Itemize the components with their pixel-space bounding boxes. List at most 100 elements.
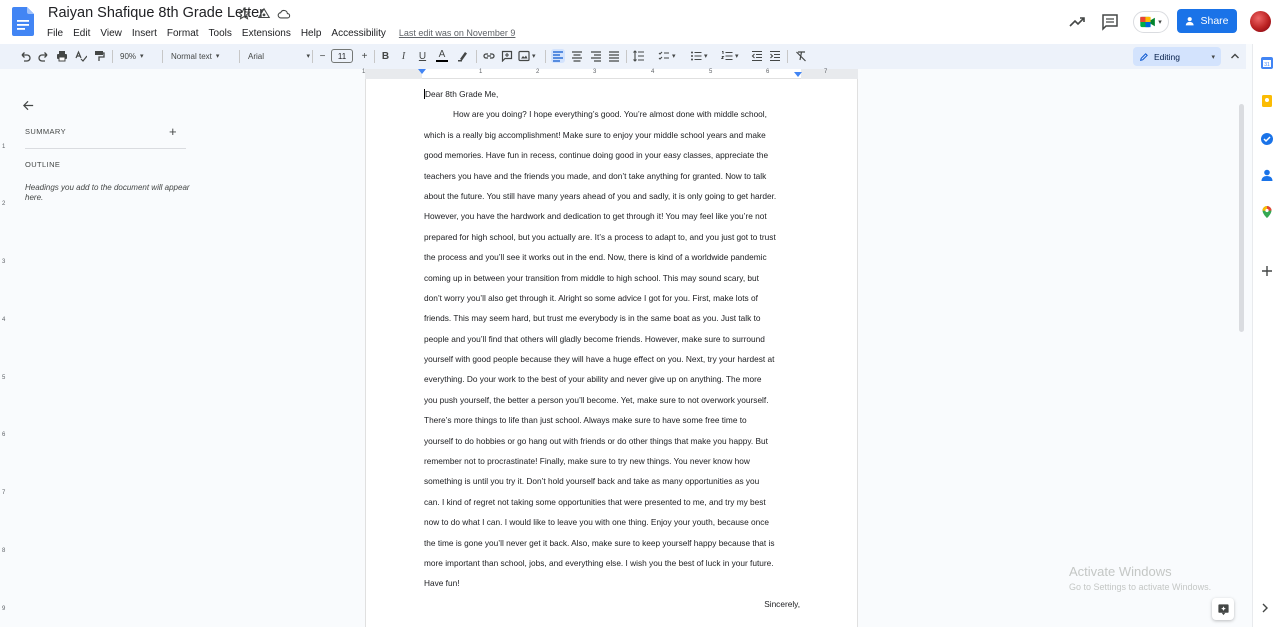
paint-format-icon[interactable] <box>92 49 105 63</box>
editing-mode-label: Editing <box>1154 51 1180 62</box>
letter-line: about the future. You still have many ye… <box>424 190 777 201</box>
print-icon[interactable] <box>55 49 68 63</box>
tasks-icon[interactable] <box>1260 132 1274 146</box>
salutation-text: Dear 8th Grade Me, <box>425 89 499 99</box>
document-body[interactable]: Dear 8th Grade Me, How are you doing? I … <box>424 89 800 619</box>
maps-icon[interactable] <box>1260 205 1274 219</box>
chevron-down-icon: ▾ <box>215 53 220 60</box>
align-center-icon[interactable] <box>570 49 583 63</box>
vertical-ruler[interactable]: 1 2 3 4 5 6 7 8 9 <box>0 79 10 627</box>
ruler-number: 7 <box>824 69 828 75</box>
last-edit-link[interactable]: Last edit was on November 9 <box>399 28 516 38</box>
chevron-down-icon: ▾ <box>1158 19 1162 26</box>
insert-image-button[interactable]: ▾ <box>518 49 540 63</box>
vertical-ruler-number: 8 <box>2 548 6 554</box>
menu-view[interactable]: View <box>95 28 127 39</box>
clear-formatting-icon[interactable] <box>794 49 807 63</box>
letter-line: There’s more things to life than just sc… <box>424 415 747 426</box>
numbered-list-button[interactable]: ▾ <box>721 49 745 63</box>
spellcheck-icon[interactable] <box>74 49 87 63</box>
italic-button[interactable]: I <box>398 49 409 63</box>
menu-extensions[interactable]: Extensions <box>237 28 296 39</box>
align-right-icon[interactable] <box>589 49 602 63</box>
menu-file[interactable]: File <box>42 28 68 39</box>
right-indent-marker-icon[interactable] <box>793 71 803 79</box>
account-avatar[interactable] <box>1250 11 1271 32</box>
decrease-font-size-button[interactable]: − <box>317 49 328 63</box>
expand-side-panel-chevron-icon[interactable] <box>1260 602 1270 614</box>
increase-font-size-button[interactable]: + <box>359 49 370 63</box>
toolbar-divider <box>162 50 163 63</box>
vertical-ruler-number: 6 <box>2 432 6 438</box>
align-justify-icon[interactable] <box>607 49 620 63</box>
person-add-icon <box>1186 16 1195 25</box>
vertical-ruler-number: 7 <box>2 490 6 496</box>
toolbar-divider <box>787 50 788 63</box>
menu-help[interactable]: Help <box>296 28 327 39</box>
menu-insert[interactable]: Insert <box>127 28 162 39</box>
bulleted-list-button[interactable]: ▾ <box>690 49 714 63</box>
share-button[interactable]: Share <box>1177 9 1237 33</box>
star-icon[interactable] <box>237 7 253 23</box>
highlight-color-icon[interactable] <box>456 49 469 63</box>
comments-icon[interactable] <box>1100 12 1120 32</box>
text-color-button[interactable]: A <box>435 49 449 63</box>
activate-windows-title: Activate Windows <box>1069 564 1172 579</box>
letter-line: the process and you’ll see it works out … <box>424 252 767 263</box>
move-to-folder-icon[interactable] <box>257 7 273 23</box>
toolbar-divider <box>312 50 313 63</box>
redo-icon[interactable] <box>37 49 50 63</box>
document-page[interactable]: Dear 8th Grade Me, How are you doing? I … <box>365 79 858 627</box>
ruler-number: 1 <box>362 69 366 75</box>
keep-icon[interactable] <box>1260 94 1274 108</box>
underline-button[interactable]: U <box>417 49 428 63</box>
menu-accessibility[interactable]: Accessibility <box>326 28 390 39</box>
letter-line: However, you have the hardwork and dedic… <box>424 211 767 222</box>
meet-button[interactable]: ▾ <box>1133 11 1169 33</box>
letter-line: yourself to do hobbies or go hang out wi… <box>424 435 768 446</box>
left-indent-marker-icon[interactable] <box>417 69 427 77</box>
cloud-saved-icon[interactable] <box>277 7 293 23</box>
align-left-icon[interactable] <box>551 49 565 63</box>
add-comment-icon[interactable] <box>500 49 513 63</box>
insert-link-icon[interactable] <box>482 49 495 63</box>
activity-trend-icon[interactable] <box>1067 12 1087 32</box>
zoom-select[interactable]: 90% ▾ <box>120 49 158 63</box>
font-size-input[interactable]: 11 <box>331 49 353 63</box>
letter-line: friends. This may seem hard, but trust m… <box>424 313 761 324</box>
get-addons-plus-icon[interactable] <box>1260 264 1274 278</box>
menu-format[interactable]: Format <box>162 28 204 39</box>
scrollbar-thumb[interactable] <box>1239 104 1244 332</box>
close-outline-arrow-icon[interactable] <box>22 99 35 112</box>
add-summary-plus-icon[interactable]: + <box>169 124 177 139</box>
docs-logo-icon[interactable] <box>12 7 34 36</box>
collapse-menus-icon[interactable] <box>1228 49 1241 63</box>
toolbar-divider <box>239 50 240 63</box>
font-family-select[interactable]: Arial ▾ <box>248 49 310 63</box>
vertical-ruler-number: 5 <box>2 375 6 381</box>
paragraph-style-select[interactable]: Normal text ▾ <box>171 49 235 63</box>
decrease-indent-icon[interactable] <box>750 49 763 63</box>
editing-mode-select[interactable]: Editing ▾ <box>1133 47 1221 66</box>
menu-tools[interactable]: Tools <box>204 28 237 39</box>
side-panel: 31 <box>1252 44 1280 627</box>
bold-button[interactable]: B <box>380 49 391 63</box>
undo-icon[interactable] <box>18 49 31 63</box>
vertical-ruler-number: 4 <box>2 317 6 323</box>
line-spacing-icon[interactable] <box>632 49 645 63</box>
chevron-down-icon: ▾ <box>532 53 536 60</box>
outline-empty-hint: Headings you add to the document will ap… <box>25 183 190 202</box>
increase-indent-icon[interactable] <box>768 49 781 63</box>
contacts-icon[interactable] <box>1260 168 1274 182</box>
document-title[interactable]: Raiyan Shafique 8th Grade Letter <box>48 5 264 21</box>
vertical-ruler-number: 3 <box>2 259 6 265</box>
calendar-icon[interactable]: 31 <box>1260 56 1274 70</box>
menu-edit[interactable]: Edit <box>68 28 95 39</box>
horizontal-ruler[interactable]: 1 1 2 3 4 5 6 7 <box>362 69 858 79</box>
explore-button[interactable] <box>1212 598 1234 620</box>
zoom-value: 90% <box>120 51 137 61</box>
letter-line: teachers you have and the friends you ma… <box>424 170 767 181</box>
checklist-button[interactable]: ▾ <box>658 49 682 63</box>
toolbar-divider <box>112 50 113 63</box>
ruler-number: 2 <box>536 69 540 75</box>
